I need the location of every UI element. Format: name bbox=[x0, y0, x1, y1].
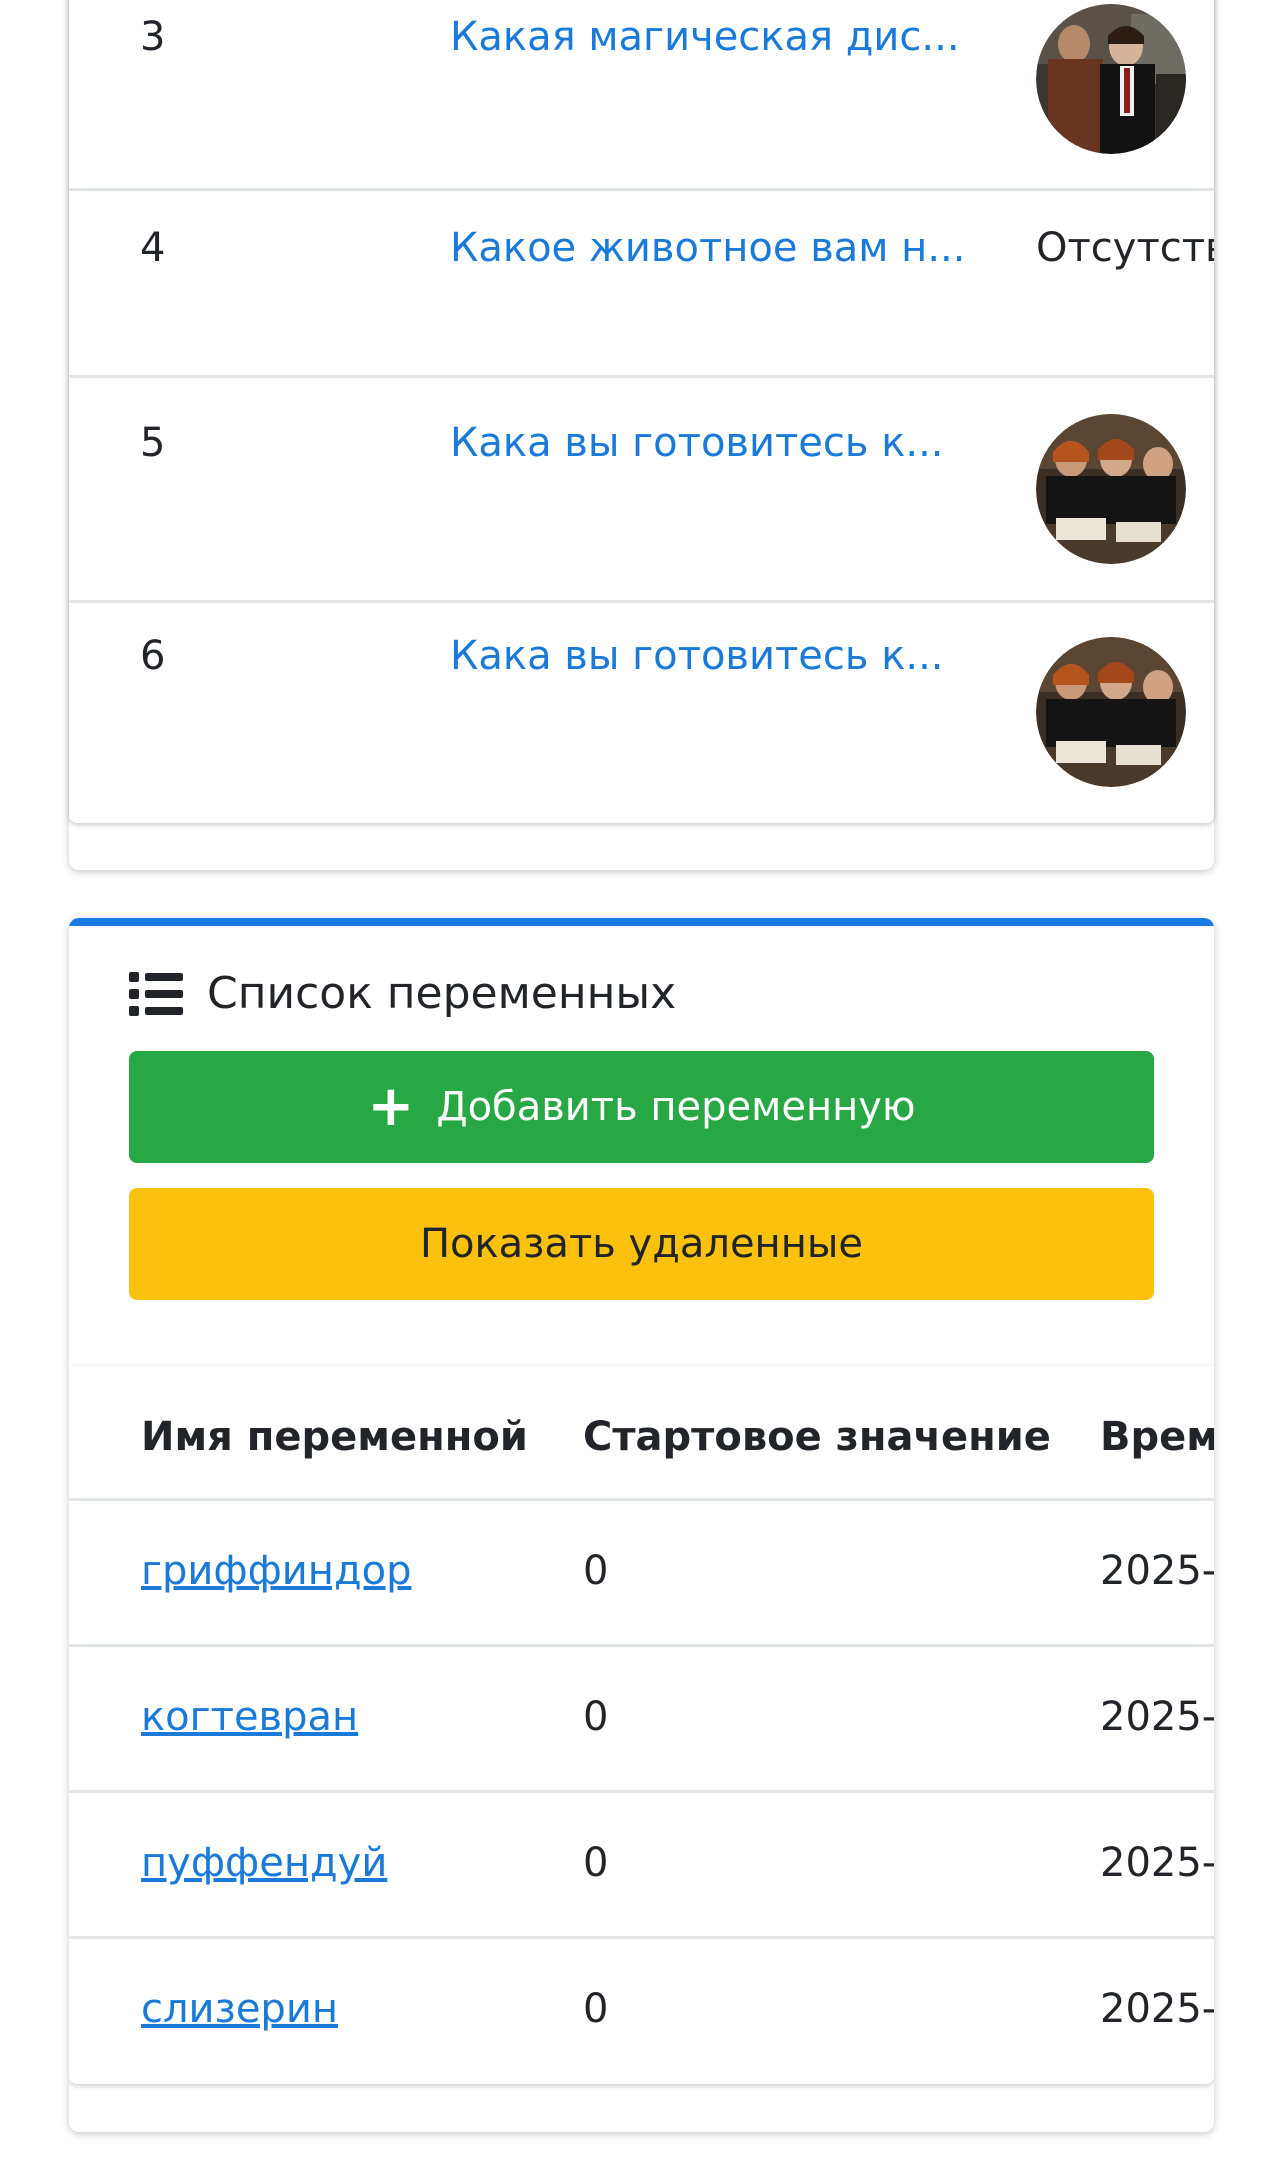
variable-time: 2025- bbox=[1100, 1548, 1214, 1594]
show-deleted-label: Показать удаленные bbox=[419, 1221, 864, 1267]
questions-card: 3 Какая магическая дис... 4 Какое животн… bbox=[69, 0, 1214, 870]
table-row: пуффендуй 0 2025- bbox=[69, 1793, 1214, 1939]
variable-start-value: 0 bbox=[583, 1840, 609, 1886]
question-title-link[interactable]: Какое животное вам н... bbox=[450, 225, 965, 271]
add-variable-label: Добавить переменную bbox=[436, 1084, 916, 1130]
variables-title: Список переменных bbox=[207, 968, 677, 1019]
table-row: 4 Какое животное вам н... Отсутств bbox=[69, 191, 1214, 378]
variable-time: 2025- bbox=[1100, 1986, 1214, 2032]
variable-start-value: 0 bbox=[583, 1694, 609, 1740]
variable-name-link[interactable]: гриффиндор bbox=[141, 1548, 411, 1594]
table-row: когтевран 0 2025- bbox=[69, 1647, 1214, 1793]
variables-card: Список переменных + Добавить переменную … bbox=[69, 918, 1214, 2132]
column-header-name: Имя переменной bbox=[141, 1414, 528, 1460]
column-header-time: Врем bbox=[1100, 1414, 1214, 1460]
variables-header: Список переменных bbox=[129, 968, 676, 1019]
question-title-link[interactable]: Кака вы готовитесь к... bbox=[450, 420, 944, 466]
table-header: Имя переменной Стартовое значение Врем bbox=[69, 1366, 1214, 1501]
question-number: 6 bbox=[140, 633, 166, 679]
variable-time: 2025- bbox=[1100, 1694, 1214, 1740]
show-deleted-button[interactable]: Показать удаленные bbox=[129, 1188, 1154, 1300]
plus-icon: + bbox=[367, 1074, 415, 1139]
question-image-avatar[interactable] bbox=[1036, 414, 1186, 564]
question-number: 3 bbox=[140, 14, 166, 60]
question-title-link[interactable]: Какая магическая дис... bbox=[450, 14, 960, 60]
list-icon bbox=[129, 971, 183, 1016]
question-title-link[interactable]: Кака вы готовитесь к... bbox=[450, 633, 944, 679]
variable-start-value: 0 bbox=[583, 1986, 609, 2032]
question-number: 5 bbox=[140, 420, 166, 466]
card-accent-bar bbox=[69, 918, 1214, 926]
question-image-cell bbox=[1036, 414, 1186, 564]
question-image-avatar[interactable] bbox=[1036, 4, 1186, 154]
variable-name-link[interactable]: слизерин bbox=[141, 1986, 338, 2032]
table-row: 3 Какая магическая дис... bbox=[69, 0, 1214, 191]
table-row: 5 Кака вы готовитесь к... bbox=[69, 378, 1214, 603]
variable-name-link[interactable]: пуффендуй bbox=[141, 1840, 387, 1886]
variables-table: Имя переменной Стартовое значение Врем г… bbox=[69, 1366, 1214, 2084]
table-row: гриффиндор 0 2025- bbox=[69, 1501, 1214, 1647]
no-image-text: Отсутств bbox=[1036, 225, 1214, 271]
column-header-start: Стартовое значение bbox=[583, 1414, 1051, 1460]
variable-start-value: 0 bbox=[583, 1548, 609, 1594]
table-row: слизерин 0 2025- bbox=[69, 1939, 1214, 2084]
questions-table: 3 Какая магическая дис... 4 Какое животн… bbox=[69, 0, 1214, 823]
variable-name-link[interactable]: когтевран bbox=[141, 1694, 358, 1740]
question-image-cell bbox=[1036, 637, 1186, 787]
variable-time: 2025- bbox=[1100, 1840, 1214, 1886]
table-row: 6 Кака вы готовитесь к... bbox=[69, 603, 1214, 823]
question-number: 4 bbox=[140, 225, 166, 271]
question-image-cell bbox=[1036, 4, 1186, 154]
add-variable-button[interactable]: + Добавить переменную bbox=[129, 1051, 1154, 1163]
question-image-avatar[interactable] bbox=[1036, 637, 1186, 787]
